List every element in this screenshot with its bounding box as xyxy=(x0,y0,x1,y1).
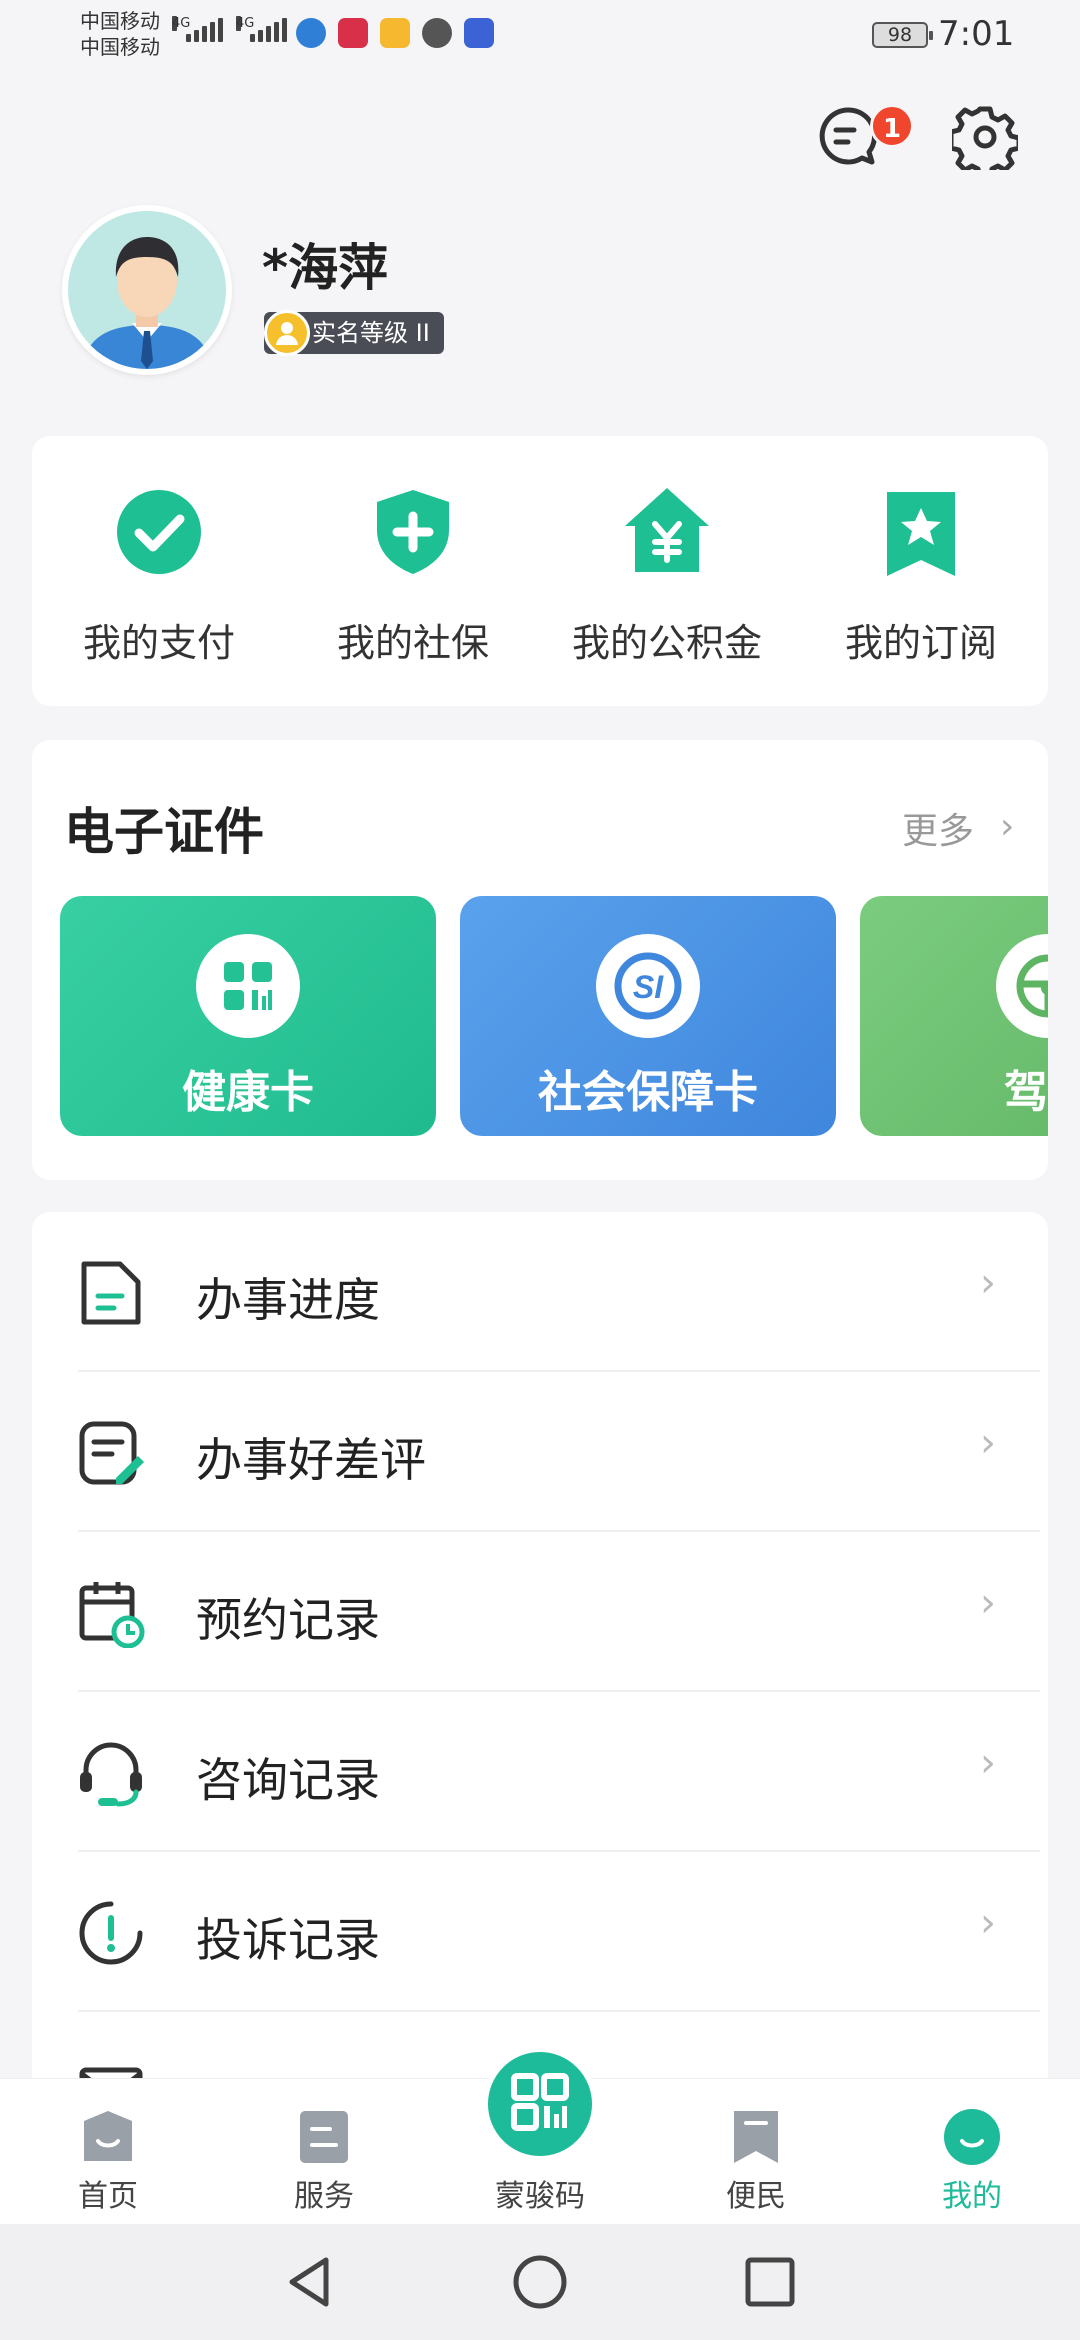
list-item-complaints[interactable]: 投诉记录 › xyxy=(32,1852,1048,2012)
clock: 7:01 xyxy=(938,14,1015,54)
shield-plus-icon xyxy=(377,490,449,574)
svg-text:SI: SI xyxy=(633,969,664,1005)
tab-home[interactable]: 首页 xyxy=(0,2079,216,2225)
list-item-review[interactable]: 办事好差评 › xyxy=(32,1372,1048,1532)
qr-code-button[interactable] xyxy=(482,2046,598,2162)
card-label: 驾驶 xyxy=(1004,1067,1048,1118)
signal-icon: 4G xyxy=(236,16,287,42)
user-badge-icon xyxy=(264,310,310,356)
book-app-icon xyxy=(338,18,368,48)
tab-label: 蒙骏码 xyxy=(495,2179,585,2214)
quick-action-label: 我的支付 xyxy=(82,621,235,665)
calendar-clock-icon xyxy=(79,1582,145,1648)
qr-code-icon xyxy=(511,2073,569,2131)
service-icon xyxy=(300,2111,348,2163)
system-navigation-bar xyxy=(0,2224,1080,2340)
quick-action-housing-fund[interactable]: 我的公积金 xyxy=(540,482,794,667)
avatar-illustration xyxy=(82,237,212,369)
certificates-card: 电子证件 更多 › 健康卡 SI 社会保障卡 驾 xyxy=(32,740,1048,1180)
list-item-consultations[interactable]: 咨询记录 › xyxy=(32,1692,1048,1852)
chat-icon xyxy=(422,18,452,48)
battery-icon: 98 xyxy=(872,22,933,48)
list-item-label: 办事进度 xyxy=(196,1273,380,1327)
list-item-label: 办事好差评 xyxy=(196,1433,426,1487)
profile-icon xyxy=(944,2109,1000,2165)
card-label: 健康卡 xyxy=(182,1067,314,1118)
house-yen-icon xyxy=(625,488,709,572)
notification-icons xyxy=(296,18,494,48)
message-badge: 1 xyxy=(870,104,914,148)
driving-license-card[interactable]: 驾驶 xyxy=(860,896,1048,1136)
network-2: 4G xyxy=(236,16,255,31)
tab-convenience[interactable]: 便民 xyxy=(648,2079,864,2225)
section-title: 电子证件 xyxy=(64,803,264,861)
health-card[interactable]: 健康卡 xyxy=(60,896,436,1136)
carrier-2: 中国移动 xyxy=(80,35,160,59)
network-1: 4G xyxy=(172,16,191,31)
carrier-labels: 中国移动 中国移动 xyxy=(80,8,160,60)
quick-action-payment[interactable]: 我的支付 xyxy=(32,482,286,667)
signal-icon: 4G xyxy=(172,16,223,42)
quick-action-social-insurance[interactable]: 我的社保 xyxy=(286,482,540,667)
chevron-right-icon: › xyxy=(980,1740,996,1786)
tab-label-active: 我的 xyxy=(942,2179,1002,2214)
tab-label: 服务 xyxy=(294,2179,354,2214)
app-icon xyxy=(380,18,410,48)
list-item-label: 投诉记录 xyxy=(196,1913,380,1967)
quick-action-label: 我的订阅 xyxy=(844,621,997,665)
status-bar: 中国移动 中国移动 4G 4G 98 7:01 xyxy=(0,0,1080,90)
steering-wheel-icon xyxy=(996,934,1048,1038)
social-security-card[interactable]: SI 社会保障卡 xyxy=(460,896,836,1136)
list-item-label: 咨询记录 xyxy=(196,1753,380,1807)
chevron-right-icon: › xyxy=(1000,806,1015,847)
message-icon[interactable] xyxy=(816,104,880,168)
home-circle-icon[interactable] xyxy=(512,2254,568,2310)
check-circle-icon xyxy=(117,490,201,574)
quick-action-label: 我的公积金 xyxy=(571,621,762,665)
si-logo-icon: SI xyxy=(596,934,700,1038)
chevron-right-icon: › xyxy=(980,1900,996,1946)
chevron-right-icon: › xyxy=(980,1260,996,1306)
recents-icon[interactable] xyxy=(742,2254,798,2310)
list-item-label: 预约记录 xyxy=(196,1593,380,1647)
avatar[interactable] xyxy=(62,205,232,375)
quick-action-subscription[interactable]: 我的订阅 xyxy=(794,482,1048,667)
quick-action-label: 我的社保 xyxy=(336,621,489,665)
app-icon xyxy=(464,18,494,48)
carrier-1: 中国移动 xyxy=(80,9,160,33)
alert-circle-icon xyxy=(79,1901,143,1965)
tab-mine[interactable]: 我的 xyxy=(864,2079,1080,2225)
card-label: 社会保障卡 xyxy=(538,1067,758,1118)
tab-label: 便民 xyxy=(726,2179,786,2214)
review-edit-icon xyxy=(79,1421,144,1485)
chevron-right-icon: › xyxy=(980,1420,996,1466)
globe-icon xyxy=(296,18,326,48)
tab-label: 首页 xyxy=(78,2179,138,2214)
quick-actions-card: 我的支付 我的社保 我的公积金 我的订阅 xyxy=(32,436,1048,706)
gear-icon[interactable] xyxy=(952,104,1018,170)
headset-icon xyxy=(80,1742,142,1807)
user-name: *海萍 xyxy=(262,239,389,297)
document-progress-icon xyxy=(81,1261,141,1325)
back-icon[interactable] xyxy=(282,2254,338,2310)
list-item-appointments[interactable]: 预约记录 › xyxy=(32,1532,1048,1692)
list-item-progress[interactable]: 办事进度 › xyxy=(32,1212,1048,1372)
chevron-right-icon: › xyxy=(980,1580,996,1626)
bookmark-icon xyxy=(734,2111,778,2163)
tab-services[interactable]: 服务 xyxy=(216,2079,432,2225)
qr-grid-icon xyxy=(196,934,300,1038)
home-icon xyxy=(84,2111,132,2161)
bookmark-star-icon xyxy=(887,492,955,576)
more-link[interactable]: 更多 xyxy=(902,802,974,854)
